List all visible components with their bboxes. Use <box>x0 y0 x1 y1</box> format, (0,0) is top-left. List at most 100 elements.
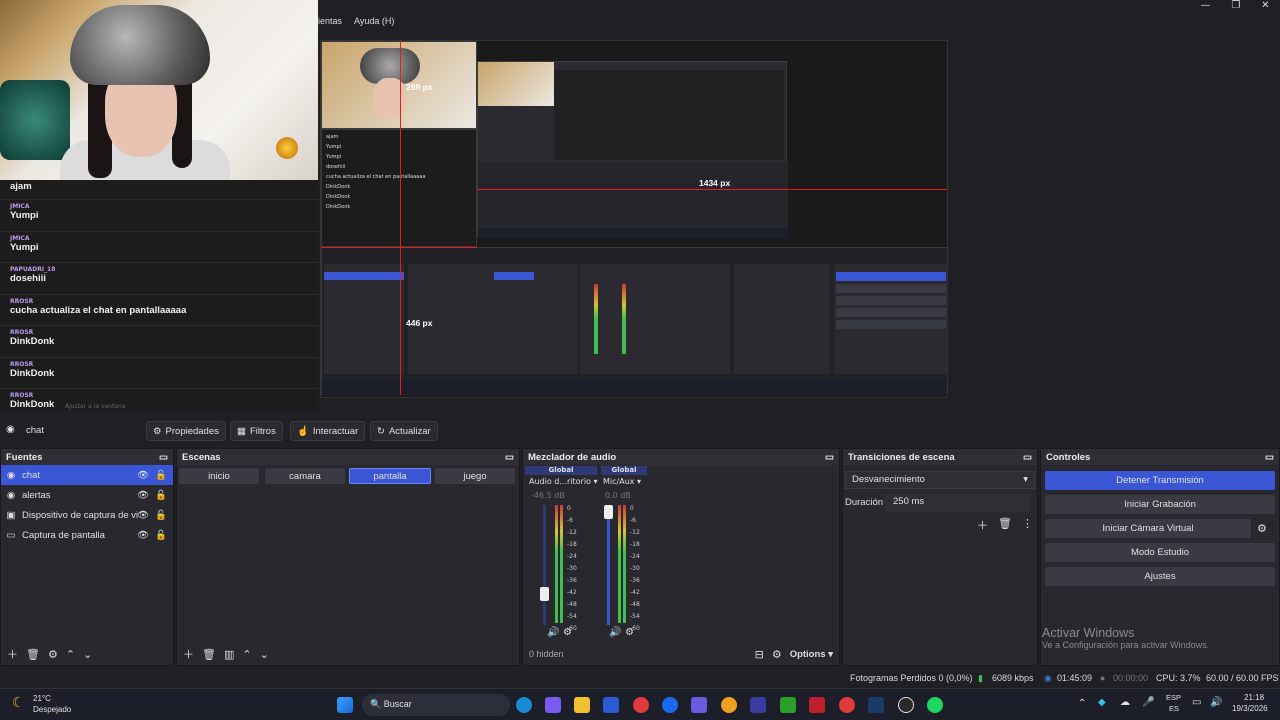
chat-message-text: DinkDonk <box>10 399 55 410</box>
dock-menu-icon[interactable]: ▭ <box>825 452 834 463</box>
gear-icon[interactable]: ⚙ <box>48 648 58 661</box>
app-icon[interactable] <box>750 697 766 713</box>
channel-0-device[interactable]: Audio d...ritorio ▾ <box>529 477 603 486</box>
dock-menu-icon[interactable]: ▭ <box>1265 452 1274 463</box>
advanced-audio-icon[interactable]: ⚙ <box>772 648 782 661</box>
copilot-icon[interactable] <box>545 697 561 713</box>
filter-icon[interactable]: ▥ <box>224 648 234 661</box>
decor-ornament <box>276 137 298 159</box>
trash-icon[interactable]: 🗑 <box>202 648 216 661</box>
store-icon[interactable] <box>603 697 619 713</box>
gear-icon[interactable]: ⚙ <box>625 627 634 638</box>
add-icon[interactable]: ＋ <box>977 517 988 533</box>
distance-label-right: 1434 px <box>699 178 731 188</box>
gear-icon[interactable]: ⚙ <box>1257 522 1267 535</box>
add-icon[interactable]: ＋ <box>183 646 194 662</box>
network-icon[interactable]: ▭ <box>1192 697 1201 708</box>
cloud-icon[interactable]: ☁ <box>1120 697 1130 708</box>
folder-icon[interactable] <box>574 697 590 713</box>
trash-icon[interactable]: 🗑 <box>26 648 40 661</box>
interact-button[interactable]: ☝ Interactuar <box>290 421 366 441</box>
lock-icon[interactable]: 🔓 <box>155 490 167 501</box>
options-label: Options <box>789 648 826 660</box>
scene-camara[interactable]: camara <box>265 468 345 484</box>
tray-icon[interactable]: ◆ <box>1098 697 1106 708</box>
filters-button[interactable]: ▦ Filtros <box>230 421 283 441</box>
eye-icon[interactable]: 👁 <box>137 530 149 541</box>
duration-input[interactable]: 250 ms <box>885 494 1031 512</box>
properties-button[interactable]: ⚙ Propiedades <box>146 421 226 441</box>
channel-0-fader[interactable] <box>540 587 549 601</box>
lang-region[interactable]: ES <box>1169 704 1179 713</box>
lock-icon[interactable]: 🔓 <box>155 530 167 541</box>
app-icon[interactable] <box>721 697 737 713</box>
menu-item-help[interactable]: Ayuda (H) <box>354 16 394 26</box>
channel-0-fader-track <box>543 505 546 625</box>
weather-temp[interactable]: 21°C <box>33 694 51 703</box>
live-time: 01:45:09 <box>1057 673 1093 683</box>
lang-code[interactable]: ESP <box>1166 693 1181 702</box>
minecraft-icon[interactable] <box>780 697 796 713</box>
source-item-chat[interactable]: ◉ chat 👁 🔓 <box>1 465 173 485</box>
scene-juego[interactable]: juego <box>435 468 515 484</box>
chat-message: RROSR DinkDonk Ajustar a la ventana <box>0 389 318 410</box>
obs-icon[interactable] <box>898 697 914 713</box>
start-virtual-camera-button[interactable]: Iniciar Cámara Virtual <box>1045 519 1251 538</box>
source-item-capture-device[interactable]: ▣ Dispositivo de captura de vi 👁 🔓 <box>1 505 173 525</box>
clock-time[interactable]: 21:18 <box>1244 693 1264 702</box>
scene-pantalla[interactable]: pantalla <box>349 468 431 484</box>
dock-menu-icon[interactable]: ▭ <box>505 452 514 463</box>
eye-icon[interactable]: 👁 <box>137 490 149 501</box>
source-item-screen-capture[interactable]: ▭ Captura de pantalla 👁 🔓 <box>1 525 173 545</box>
channel-1-fader[interactable] <box>604 505 613 519</box>
start-recording-button[interactable]: Iniciar Grabación <box>1045 495 1275 514</box>
gear-icon[interactable]: ⚙ <box>563 627 572 638</box>
speaker-icon[interactable]: 🔊 <box>547 627 559 638</box>
spotify-icon[interactable] <box>927 697 943 713</box>
facebook-icon[interactable] <box>662 697 678 713</box>
settings-button[interactable]: Ajustes <box>1045 567 1275 586</box>
clock-date[interactable]: 19/3/2026 <box>1232 704 1268 713</box>
dock-menu-icon[interactable]: ▭ <box>159 452 168 463</box>
eye-icon[interactable]: 👁 <box>137 510 149 521</box>
close-icon[interactable]: ✕ <box>1261 0 1269 14</box>
trash-icon[interactable]: 🗑 <box>998 517 1012 533</box>
speaker-icon[interactable]: 🔊 <box>609 627 621 638</box>
dock-menu-icon[interactable]: ▭ <box>1023 452 1032 463</box>
chevron-up-icon[interactable]: ⌃ <box>1078 698 1086 709</box>
options-button[interactable]: Options ▾ <box>790 649 833 660</box>
down-icon[interactable]: ⌄ <box>83 648 92 661</box>
stop-stream-button[interactable]: Detener Transmisión <box>1045 471 1275 490</box>
add-icon[interactable]: ＋ <box>7 646 18 662</box>
source-item-alertas[interactable]: ◉ alertas 👁 🔓 <box>1 485 173 505</box>
app-icon[interactable] <box>809 697 825 713</box>
maximize-icon[interactable]: ❐ <box>1231 0 1240 14</box>
chrome-icon[interactable] <box>839 697 855 713</box>
windows-start-icon[interactable] <box>337 697 353 713</box>
steam-icon[interactable] <box>868 697 884 713</box>
scene-inicio[interactable]: inicio <box>179 468 259 484</box>
layout-icon[interactable]: ⊟ <box>755 648 764 661</box>
studio-mode-button[interactable]: Modo Estudio <box>1045 543 1275 562</box>
app-icon[interactable] <box>691 697 707 713</box>
up-icon[interactable]: ⌃ <box>242 648 251 661</box>
lock-icon[interactable]: 🔓 <box>155 510 167 521</box>
more-icon[interactable]: ⋮ <box>1022 517 1033 533</box>
edge-icon[interactable] <box>516 697 532 713</box>
mic-icon[interactable]: 🎤 <box>1142 697 1154 708</box>
refresh-button[interactable]: ↻ Actualizar <box>370 421 438 441</box>
taskbar-search[interactable]: 🔍 Buscar <box>362 694 510 716</box>
up-icon[interactable]: ⌃ <box>66 648 75 661</box>
dropped-frames: Fotogramas Perdidos 0 (0,0%) <box>850 673 973 683</box>
chrome-icon[interactable] <box>633 697 649 713</box>
eye-icon[interactable]: 👁 <box>137 470 149 481</box>
lock-icon[interactable]: 🔓 <box>155 470 167 481</box>
weather-desc[interactable]: Despejado <box>33 705 71 714</box>
minimize-icon[interactable]: — <box>1200 0 1210 14</box>
volume-icon[interactable]: 🔊 <box>1210 697 1222 708</box>
menu-item-tools[interactable]: ientas <box>318 16 342 26</box>
down-icon[interactable]: ⌄ <box>260 648 269 661</box>
preview-canvas[interactable]: ajam Yumpi Yumpi dosehiii cucha actualiza el… <box>320 40 948 398</box>
transition-select[interactable]: Desvanecimiento ▾ <box>845 471 1035 489</box>
channel-1-device[interactable]: Mic/Aux ▾ <box>603 477 641 486</box>
